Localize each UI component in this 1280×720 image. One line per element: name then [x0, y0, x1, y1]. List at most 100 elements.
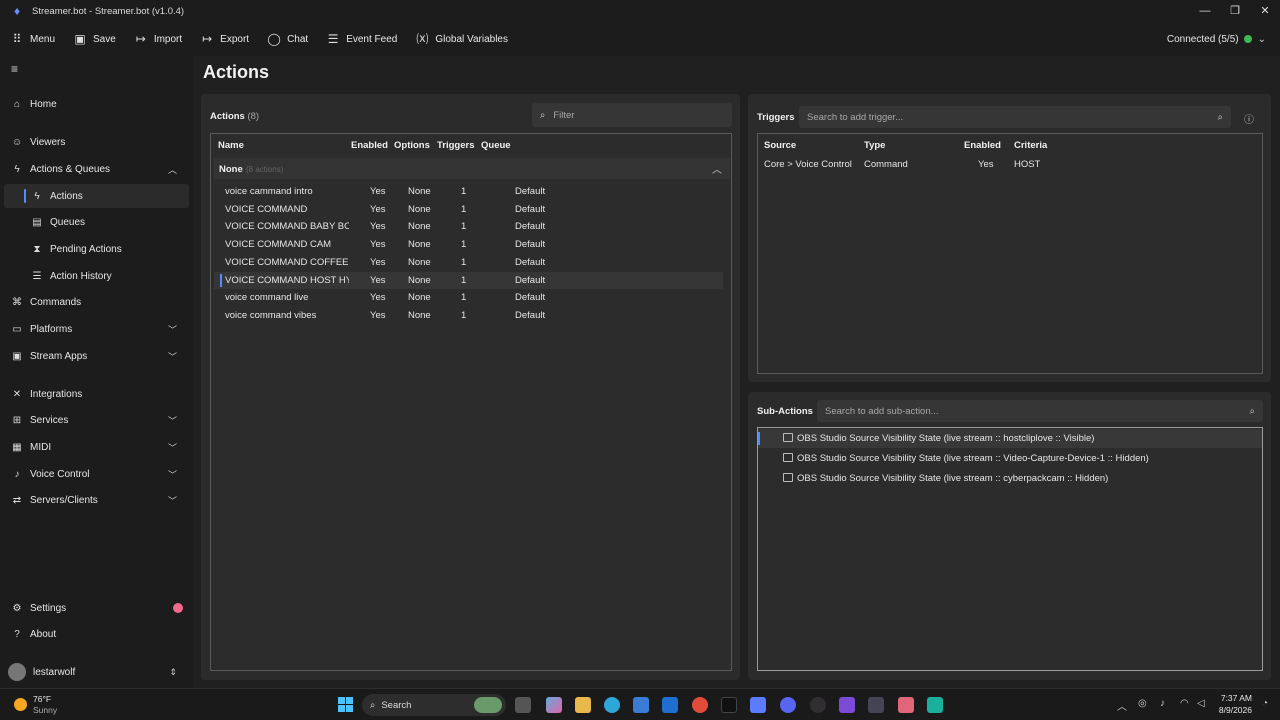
export-button[interactable]: ↦ Export — [200, 32, 249, 46]
action-enabled: Yes — [370, 203, 386, 215]
chrome-icon[interactable] — [692, 697, 708, 713]
close-button[interactable]: ✕ — [1250, 0, 1280, 22]
column-header-enabled[interactable]: Enabled — [351, 140, 388, 151]
subaction-label: OBS Studio Source Visibility State (live… — [797, 453, 1149, 464]
sidebar-item-pending-actions[interactable]: ⧗ Pending Actions — [0, 237, 189, 261]
info-icon[interactable]: ⓘ — [1244, 111, 1254, 126]
table-row[interactable]: voice command live Yes None 1 Default — [214, 289, 723, 306]
filter-input[interactable]: ⌕ Filter — [532, 103, 732, 127]
table-row[interactable]: VOICE COMMAND BABY BOY Yes None 1 Default — [214, 218, 723, 235]
sidebar-item-home[interactable]: ⌂ Home — [0, 92, 189, 116]
terminal-icon[interactable] — [721, 697, 737, 713]
list-item[interactable]: OBS Studio Source Visibility State (live… — [758, 449, 1262, 468]
column-header-name[interactable]: Name — [218, 140, 244, 151]
file-explorer-icon[interactable] — [575, 697, 591, 713]
clock-time[interactable]: 7:37 AM — [1216, 693, 1252, 703]
page-title: Actions — [203, 62, 270, 82]
sidebar-item-label: Pending Actions — [50, 243, 122, 255]
hamburger-menu-icon[interactable]: ≡ — [11, 62, 18, 76]
action-name: VOICE COMMAND COFFEE — [225, 256, 349, 268]
location-icon[interactable] — [898, 697, 914, 713]
command-icon: ⌘ — [12, 296, 22, 308]
table-row[interactable]: VOICE COMMAND CAM Yes None 1 Default — [214, 236, 723, 253]
user-profile[interactable]: lestarwolf ⇕ — [0, 660, 189, 684]
obs-icon[interactable] — [810, 697, 826, 713]
app-grid-icon[interactable] — [839, 697, 855, 713]
obs-source-icon — [783, 453, 793, 462]
toolbar: ⠿ Menu ▣ Save ↦ Import ↦ Export ◯ Chat ☰ Event… — [0, 22, 1280, 56]
column-header-triggers[interactable]: Triggers — [437, 140, 475, 151]
sidebar-item-action-history[interactable]: ☰ Action History — [0, 264, 189, 288]
chevron-up-icon: ︿ — [712, 165, 722, 176]
app-icon[interactable] — [868, 697, 884, 713]
column-header-criteria[interactable]: Criteria — [1014, 140, 1047, 151]
sidebar-item-settings[interactable]: ⚙ Settings — [0, 596, 189, 620]
app-icon[interactable] — [927, 697, 943, 713]
event-feed-button[interactable]: ☰ Event Feed — [326, 32, 398, 46]
sidebar-item-label: Stream Apps — [30, 350, 88, 362]
column-header-source[interactable]: Source — [764, 140, 796, 151]
maximize-button[interactable]: ❐ — [1220, 0, 1250, 22]
chevron-down-icon: ﹀ — [167, 495, 177, 506]
table-row[interactable]: voice command vibes Yes None 1 Default — [214, 307, 723, 324]
taskbar: 76°F Sunny ⌕ Search ︿ ◎ ♪ ◠ ◁ 7:37 AM 8/… — [0, 688, 1280, 720]
minimize-button[interactable]: — — [1190, 0, 1220, 22]
sidebar-item-actions[interactable]: ϟ Actions — [4, 184, 189, 208]
discord-icon[interactable] — [780, 697, 796, 713]
sidebar-item-services[interactable]: ⊞ Services ﹀ — [0, 408, 189, 432]
copilot-icon[interactable] — [546, 697, 562, 713]
taskbar-search[interactable]: ⌕ Search — [362, 694, 506, 716]
trigger-search-input[interactable]: Search to add trigger... ⌕ — [799, 106, 1231, 128]
sidebar-item-midi[interactable]: ▦ MIDI ﹀ — [0, 435, 189, 459]
list-item[interactable]: OBS Studio Source Visibility State (live… — [758, 429, 1262, 448]
action-enabled: Yes — [370, 309, 386, 321]
store-icon[interactable] — [633, 697, 649, 713]
table-row[interactable]: VOICE COMMAND HOST HYPE Yes None 1 Default — [214, 271, 723, 289]
sidebar-item-platforms[interactable]: ▭ Platforms ﹀ — [0, 317, 189, 341]
sidebar-item-voice-control[interactable]: ♪ Voice Control ﹀ — [0, 462, 189, 486]
column-header-queue[interactable]: Queue — [481, 140, 511, 151]
outlook-icon[interactable] — [662, 697, 678, 713]
save-button[interactable]: ▣ Save — [73, 32, 115, 46]
group-header[interactable]: None (8 actions) ︿ — [214, 158, 730, 179]
action-options: None — [408, 309, 431, 321]
task-view-icon[interactable] — [515, 697, 531, 713]
menu-button[interactable]: ⠿ Menu — [10, 32, 55, 46]
global-variables-button[interactable]: ⒳ Global Variables — [415, 32, 508, 46]
sidebar-item-stream-apps[interactable]: ▣ Stream Apps ﹀ — [0, 344, 189, 368]
chevron-up-icon[interactable]: ︿ — [1117, 698, 1127, 713]
speaker-icon[interactable]: ◁ — [1197, 698, 1205, 709]
connection-status[interactable]: Connected (5/5) ⌄ — [1167, 22, 1266, 56]
action-name: VOICE COMMAND CAM — [225, 239, 332, 251]
wifi-icon[interactable]: ◠ — [1180, 698, 1189, 709]
table-row[interactable]: VOICE COMMAND COFFEE Yes None 1 Default — [214, 254, 723, 271]
table-row[interactable]: VOICE COMMAND Yes None 1 Default — [214, 201, 723, 218]
action-options: None — [408, 274, 431, 286]
action-triggers: 1 — [461, 256, 467, 268]
microphone-icon[interactable]: ♪ — [1160, 698, 1165, 709]
notification-bell-icon[interactable]: ◔ — [1262, 698, 1268, 709]
sidebar-item-viewers[interactable]: ☺ Viewers — [0, 130, 189, 154]
column-header-type[interactable]: Type — [864, 140, 885, 151]
avatar — [8, 663, 26, 681]
windows-start-icon[interactable] — [338, 697, 354, 713]
sidebar-item-servers-clients[interactable]: ⇄ Servers/Clients ﹀ — [0, 488, 189, 512]
chevron-down-icon: ⌄ — [1257, 33, 1266, 45]
sidebar-item-commands[interactable]: ⌘ Commands — [0, 290, 189, 314]
sidebar-item-actions-queues[interactable]: ϟ Actions & Queues ︿ — [0, 157, 189, 181]
column-header-options[interactable]: Options — [394, 140, 430, 151]
list-item[interactable]: OBS Studio Source Visibility State (live… — [758, 469, 1262, 488]
table-row[interactable]: Core > Voice Control Command Yes HOST — [758, 155, 1262, 173]
edge-icon[interactable] — [604, 697, 620, 713]
streamerbot-taskbar-icon[interactable] — [750, 697, 766, 713]
sidebar-item-queues[interactable]: ▤ Queues — [0, 210, 189, 234]
import-button[interactable]: ↦ Import — [134, 32, 182, 46]
tray-icon[interactable]: ◎ — [1138, 698, 1147, 709]
table-row[interactable]: voice cammand intro Yes None 1 Default — [214, 183, 723, 200]
subaction-search-input[interactable]: Search to add sub-action... ⌕ — [817, 400, 1263, 422]
clock-date[interactable]: 8/9/2026 — [1212, 705, 1252, 715]
column-header-enabled[interactable]: Enabled — [964, 140, 1001, 151]
sidebar-item-about[interactable]: ? About — [0, 622, 189, 646]
chat-button[interactable]: ◯ Chat — [267, 32, 308, 46]
sidebar-item-integrations[interactable]: ✕ Integrations — [0, 382, 189, 406]
